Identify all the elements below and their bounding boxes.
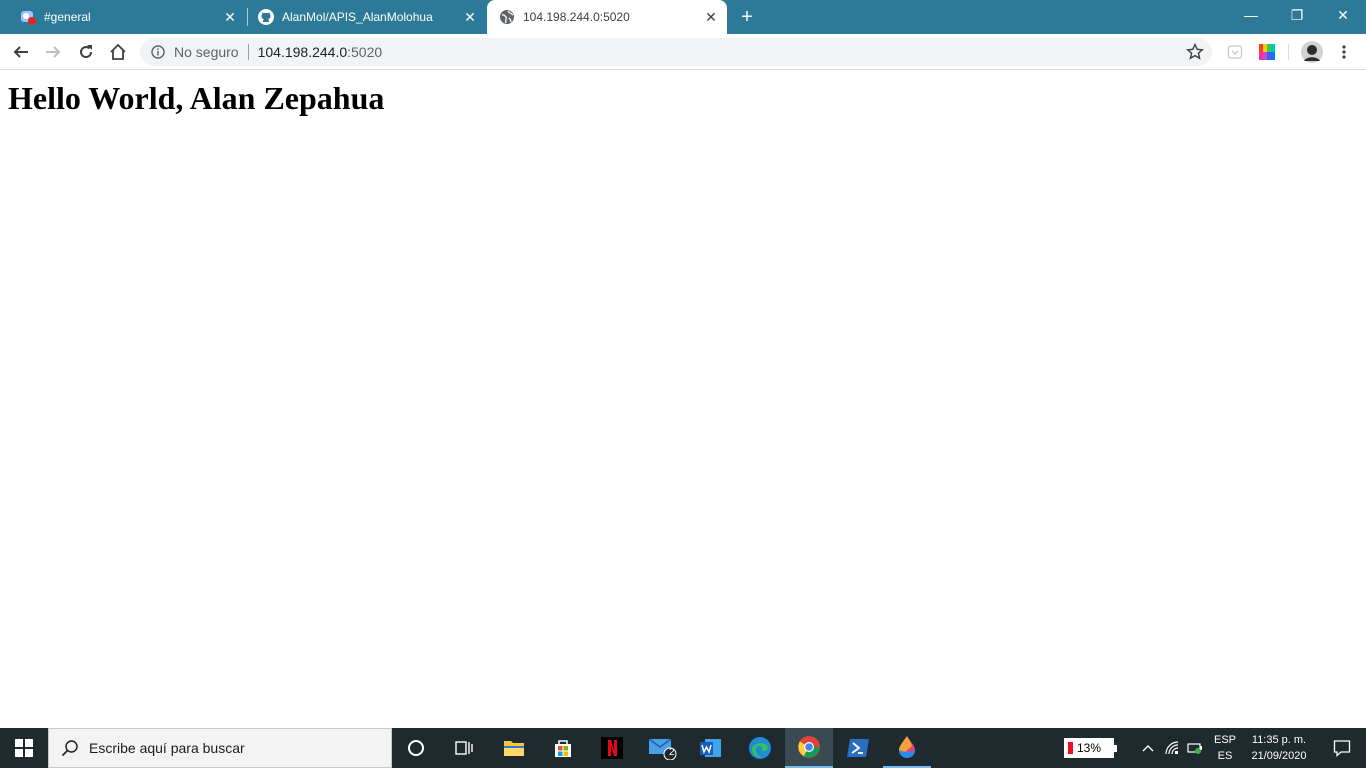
page-heading: Hello World, Alan Zepahua: [8, 80, 385, 116]
url-port[interactable]: :5020: [347, 44, 382, 60]
avatar: [1301, 41, 1323, 63]
chrome-menu-button[interactable]: [1330, 38, 1358, 66]
new-tab-button[interactable]: +: [736, 6, 758, 28]
taskbar-search-box[interactable]: Escribe aquí para buscar: [48, 728, 392, 768]
store-bag-icon: [555, 740, 571, 757]
tab-title: 104.198.244.0:5020: [523, 10, 630, 24]
clock-time: 11:35 p. m.: [1251, 734, 1307, 746]
pocket-extension-button[interactable]: [1221, 38, 1249, 66]
show-hidden-icons-button[interactable]: [1138, 738, 1158, 758]
tab-general[interactable]: #general ✕: [0, 0, 246, 34]
forward-button[interactable]: [39, 38, 67, 66]
arrow-right-icon: [46, 46, 61, 58]
netflix-app[interactable]: [588, 728, 636, 768]
file-explorer-app[interactable]: [490, 728, 538, 768]
powershell-icon: [847, 739, 869, 757]
edge-app[interactable]: [736, 728, 784, 768]
paint-app[interactable]: [883, 728, 931, 768]
color-picker-extension-button[interactable]: [1253, 38, 1281, 66]
start-button[interactable]: [0, 728, 48, 768]
mail-app[interactable]: 2: [638, 728, 686, 768]
close-tab-icon[interactable]: ✕: [222, 9, 238, 25]
chevron-up-icon: [1142, 745, 1154, 752]
more-vertical-icon: [1342, 45, 1346, 59]
cortana-button[interactable]: [392, 728, 440, 768]
paint-drop-icon: [899, 736, 915, 758]
windows-taskbar: Escribe aquí para buscar 2 13% ESP ES 11…: [0, 728, 1366, 768]
battery-level-bar: [1068, 742, 1073, 754]
home-icon: [110, 43, 126, 60]
security-label[interactable]: No seguro: [174, 44, 239, 60]
language-code: ESP: [1213, 734, 1236, 746]
clock-date: 21/09/2020: [1251, 750, 1307, 762]
pocket-icon: [1227, 45, 1243, 59]
edge-icon: [749, 737, 771, 759]
input-language-indicator[interactable]: ESP ES: [1210, 732, 1240, 764]
minimize-button[interactable]: —: [1228, 0, 1274, 30]
power-button[interactable]: [1185, 738, 1205, 758]
taskbar-clock[interactable]: 11:35 p. m. 21/09/2020: [1244, 732, 1314, 764]
slack-app-icon: [20, 9, 36, 25]
color-palette-icon: [1259, 44, 1275, 60]
back-button[interactable]: [7, 38, 35, 66]
page-content: Hello World, Alan Zepahua: [0, 71, 1366, 728]
tab-active-localhost[interactable]: 104.198.244.0:5020 ✕: [487, 0, 727, 34]
close-tab-icon[interactable]: ✕: [703, 9, 719, 25]
tab-title: AlanMol/APIS_AlanMolohua: [282, 10, 433, 24]
battery-indicator[interactable]: 13%: [1064, 738, 1117, 758]
word-icon: [700, 739, 721, 757]
microsoft-store-app[interactable]: [539, 728, 587, 768]
battery-percent: 13%: [1076, 741, 1102, 755]
cortana-circle-icon: [408, 740, 424, 756]
info-icon[interactable]: [150, 44, 166, 60]
chrome-icon: [798, 736, 820, 758]
bookmark-star-icon[interactable]: [1186, 43, 1204, 61]
wifi-icon: [1165, 741, 1179, 755]
url-host[interactable]: 104.198.244.0: [258, 44, 348, 60]
notification-icon: [1333, 740, 1351, 757]
close-tab-icon[interactable]: ✕: [462, 9, 478, 25]
chrome-app[interactable]: [785, 728, 833, 768]
home-button[interactable]: [104, 38, 132, 66]
browser-toolbar: No seguro 104.198.244.0:5020: [0, 34, 1366, 70]
folder-icon: [504, 741, 524, 756]
search-icon: [61, 740, 78, 757]
reload-icon: [80, 45, 93, 59]
restore-button[interactable]: ❐: [1274, 0, 1320, 30]
task-view-button[interactable]: [440, 728, 488, 768]
word-app[interactable]: [687, 728, 735, 768]
tab-title: #general: [44, 10, 91, 24]
toolbar-divider: [1288, 44, 1289, 60]
mail-badge: 2: [669, 747, 675, 758]
task-view-icon: [455, 741, 473, 755]
tab-strip: #general ✕ AlanMol/APIS_AlanMolohua ✕ 10…: [0, 0, 1366, 34]
windows-logo-icon: [15, 739, 33, 757]
battery-nub: [1114, 745, 1117, 752]
profile-button[interactable]: [1298, 38, 1326, 66]
github-icon: [258, 9, 274, 25]
keyboard-layout: ES: [1217, 750, 1233, 762]
arrow-left-icon: [13, 46, 28, 58]
action-center-button[interactable]: [1318, 728, 1366, 768]
reload-button[interactable]: [72, 38, 100, 66]
netflix-icon: [601, 737, 623, 759]
battery-charging-icon: [1187, 743, 1202, 754]
powershell-app[interactable]: [834, 728, 882, 768]
close-window-button[interactable]: ✕: [1320, 0, 1366, 30]
search-placeholder: Escribe aquí para buscar: [89, 740, 245, 756]
wifi-button[interactable]: [1162, 738, 1182, 758]
address-bar[interactable]: No seguro 104.198.244.0:5020: [140, 38, 1212, 66]
omnibox-divider: [247, 44, 249, 60]
globe-icon: [499, 9, 515, 25]
tab-github-repo[interactable]: AlanMol/APIS_AlanMolohua ✕: [248, 0, 486, 34]
